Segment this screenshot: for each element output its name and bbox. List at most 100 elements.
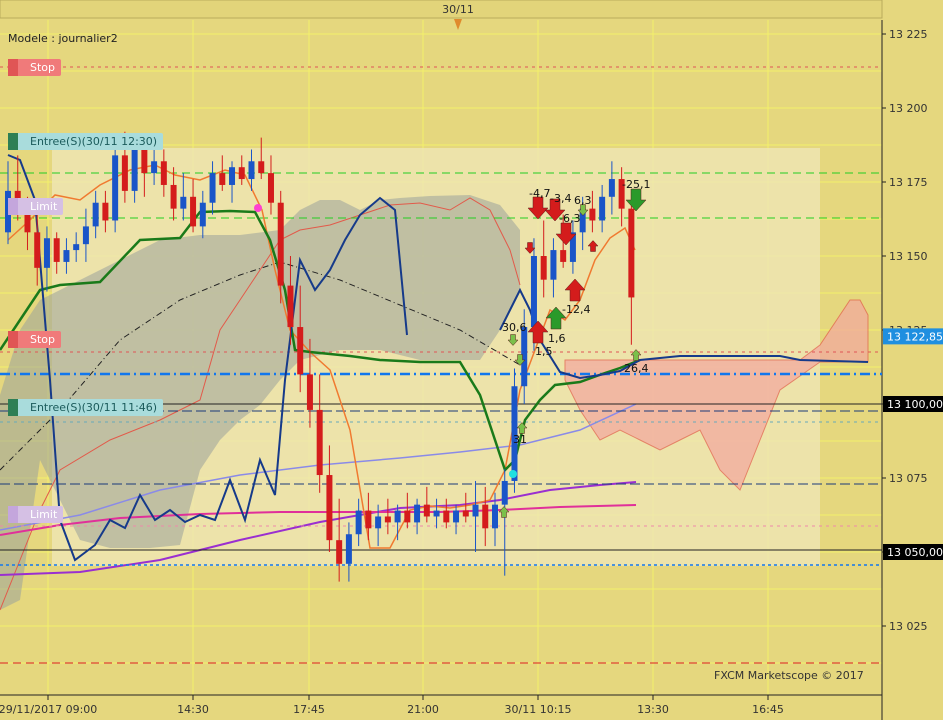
trade-label: 6,3: [574, 194, 592, 207]
y-tick-label: 13 200: [889, 102, 928, 115]
candle-body: [190, 196, 197, 227]
candle-body: [628, 208, 635, 298]
watermark: FXCM Marketscope © 2017: [714, 669, 864, 682]
flag-icon: [8, 505, 18, 523]
candle-body: [160, 161, 167, 185]
candle-body: [355, 510, 362, 535]
order-tag-label: Entree(S)(30/11 12:30): [30, 134, 158, 148]
candle-body: [141, 149, 148, 174]
candle-body: [501, 480, 508, 505]
price-box-label: 13 100,00: [887, 398, 943, 411]
candle-body: [112, 155, 119, 221]
order-tag-label: Stop: [30, 60, 56, 74]
trade-label: -6,3: [559, 212, 580, 225]
candle-body: [453, 510, 460, 523]
order-tag-label: Limit: [30, 199, 58, 213]
trade-label: 30,6: [502, 321, 527, 334]
flag-icon: [8, 197, 18, 215]
marker-cyan: [509, 470, 517, 478]
candle-body: [209, 173, 216, 203]
x-tick-label: 14:30: [177, 703, 209, 716]
trade-label: -25,1: [622, 178, 650, 191]
candle-body: [540, 256, 547, 280]
candle-body: [306, 374, 313, 410]
top-date-bar: [0, 0, 883, 19]
candle-body: [530, 256, 537, 328]
candle-body: [170, 184, 177, 209]
flag-icon: [8, 330, 18, 348]
flag-icon: [8, 398, 18, 416]
candle-body: [24, 214, 31, 233]
candle-body: [43, 238, 50, 268]
candle-body: [73, 244, 80, 251]
candle-body: [608, 179, 615, 197]
y-tick-label: 13 075: [889, 472, 928, 485]
order-tag-label: Entree(S)(30/11 11:46): [30, 400, 158, 414]
y-tick-label: 13 175: [889, 176, 928, 189]
candle-body: [345, 534, 352, 564]
x-tick-label: 21:00: [407, 703, 439, 716]
trade-label: -4,7: [529, 187, 550, 200]
candle-body: [92, 202, 99, 227]
candle-body: [423, 504, 430, 517]
candle-body: [248, 161, 255, 180]
top-date-label: 30/11: [442, 3, 474, 16]
candle-body: [267, 173, 274, 203]
candle-body: [472, 504, 479, 517]
candle-body: [131, 149, 138, 191]
candle-body: [492, 504, 498, 529]
candle-body: [365, 510, 372, 529]
candle-body: [384, 516, 391, 523]
candle-body: [550, 250, 557, 280]
x-tick-label: 16:45: [752, 703, 784, 716]
candle-body: [326, 475, 333, 541]
candle-body: [394, 510, 401, 523]
trade-label: -12,4: [562, 303, 590, 316]
marker-pink: [254, 204, 262, 212]
trade-label: 1,5: [535, 345, 553, 358]
candle-body: [102, 202, 109, 221]
candle-body: [462, 510, 469, 517]
y-tick-label: 13 150: [889, 250, 928, 263]
model-title: Modele : journalier2: [8, 32, 118, 45]
order-tag-label: Limit: [30, 507, 58, 521]
candle-body: [414, 504, 421, 523]
trade-label: 1,6: [548, 332, 566, 345]
candle-body: [297, 327, 304, 375]
candle-body: [482, 504, 489, 529]
order-tag-stop[interactable]: Stop: [8, 330, 62, 348]
x-tick-label: 13:30: [637, 703, 669, 716]
candle-body: [53, 238, 60, 262]
candle-body: [433, 510, 440, 517]
order-tag-entry[interactable]: Entree(S)(30/11 12:30): [8, 132, 164, 150]
trade-label: -3,4: [550, 192, 571, 205]
candle-body: [34, 232, 41, 268]
order-tag-stop[interactable]: Stop: [8, 58, 62, 76]
candle-body: [316, 409, 323, 476]
candle-body: [277, 202, 284, 286]
candle-body: [336, 540, 343, 564]
order-tag-entry[interactable]: Entree(S)(30/11 11:46): [8, 398, 164, 416]
candle-body: [404, 510, 411, 523]
order-tag-limit[interactable]: Limit: [8, 197, 64, 215]
x-tick-label: 29/11/2017 09:00: [0, 703, 97, 716]
candle-body: [599, 196, 606, 221]
flag-icon: [8, 58, 18, 76]
x-tick-label: 17:45: [293, 703, 325, 716]
candle-body: [151, 161, 158, 174]
candle-body: [287, 285, 294, 328]
candle-body: [258, 161, 265, 174]
price-box-label: 13 122,85: [887, 330, 943, 343]
candle-body: [560, 250, 567, 262]
y-tick-label: 13 225: [889, 28, 928, 41]
flag-icon: [8, 132, 18, 150]
candle-body: [121, 155, 128, 191]
order-tag-limit[interactable]: Limit: [8, 505, 64, 523]
trade-label: 26,4: [624, 362, 649, 375]
price-chart[interactable]: 30/11 -4,7 -3,4 -6,3 6,3 -25,1 30,6 1,6 -12,4 1,5…: [0, 0, 943, 720]
candle-body: [63, 250, 70, 262]
candle-body: [82, 226, 89, 245]
candle-body: [238, 167, 245, 180]
order-tag-label: Stop: [30, 332, 56, 346]
candle-body: [180, 196, 187, 209]
